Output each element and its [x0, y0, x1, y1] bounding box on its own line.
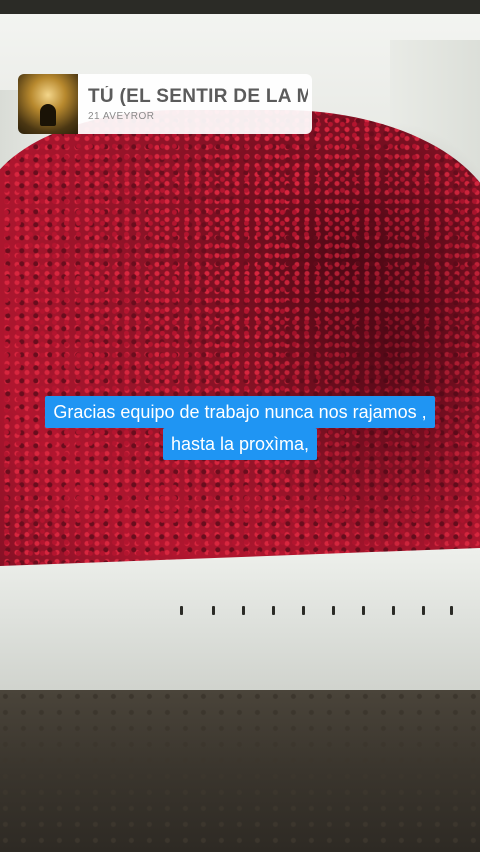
caption-text-2: hasta la proxìma,: [162, 428, 318, 460]
caption-text-1: Gracias equipo de trabajo nunca nos raja…: [45, 396, 435, 428]
album-art-icon: [18, 74, 78, 134]
caption-line-1: Gracias equipo de trabajo nunca nos raja…: [0, 396, 480, 428]
ground: [0, 690, 480, 852]
caption-line-2: hasta la proxìma,: [0, 428, 480, 460]
cherry-pile-shadow: [250, 120, 480, 580]
music-sticker[interactable]: TÚ (EL SENTIR DE LA MÚSICA 21 AVEYROR: [18, 74, 312, 134]
song-artist: 21 AVEYROR: [88, 111, 155, 122]
bin-front-wall: [0, 548, 480, 698]
bin-vent-slots: [180, 606, 470, 620]
song-title: TÚ (EL SENTIR DE LA MÚSICA: [88, 86, 308, 107]
